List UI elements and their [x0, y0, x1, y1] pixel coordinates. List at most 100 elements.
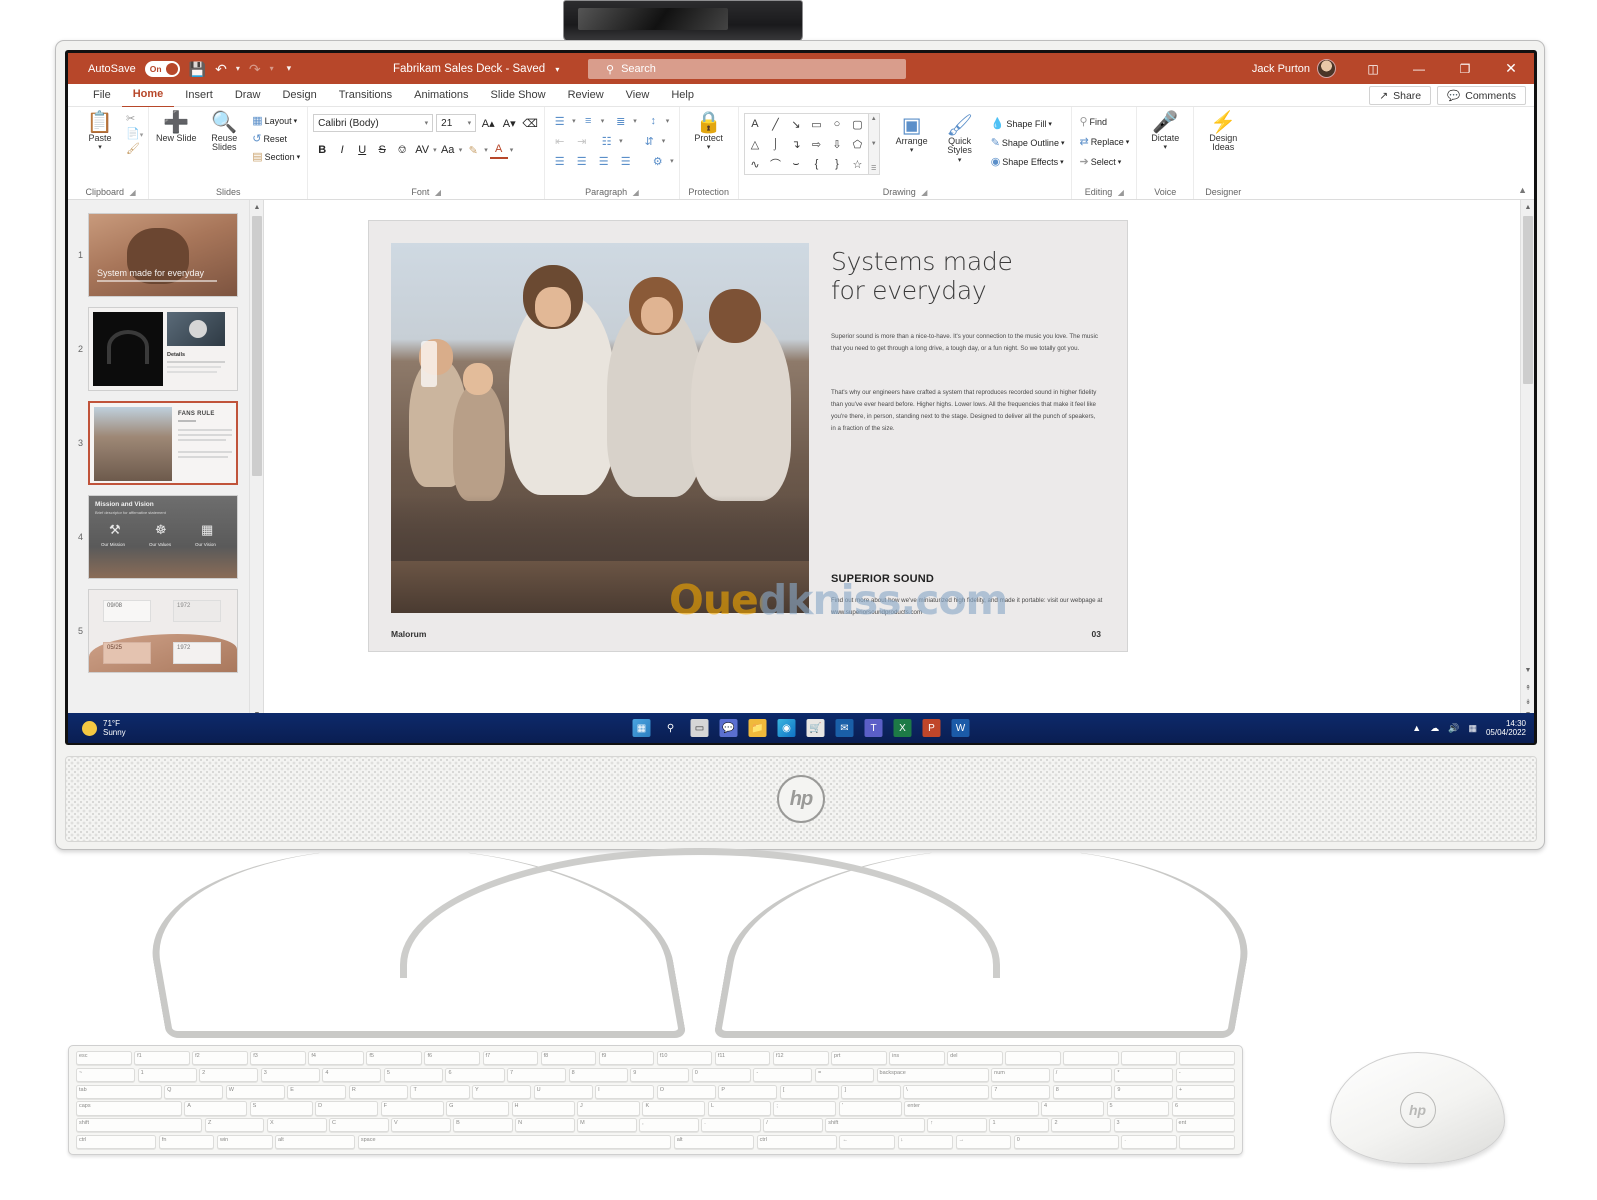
- list-level-dropdown-icon[interactable]: ▾: [633, 117, 637, 125]
- key[interactable]: 2: [1051, 1118, 1112, 1133]
- avatar[interactable]: [1317, 59, 1336, 78]
- key[interactable]: \: [903, 1084, 989, 1099]
- font-name-input[interactable]: Calibri (Body) ▾: [313, 114, 434, 132]
- key[interactable]: 3: [260, 1067, 320, 1082]
- section-button[interactable]: ▤ Section ▾: [250, 149, 302, 164]
- key[interactable]: 8: [568, 1067, 628, 1082]
- close-icon[interactable]: ✕: [1488, 53, 1534, 84]
- character-spacing-icon[interactable]: AV: [413, 141, 431, 159]
- clear-formatting-icon[interactable]: ⌫: [521, 114, 539, 132]
- shape-outline-dropdown-icon[interactable]: ▾: [1061, 139, 1065, 147]
- key[interactable]: -: [1175, 1067, 1235, 1082]
- tab-design[interactable]: Design: [271, 84, 327, 107]
- convert-to-smartart-icon[interactable]: ⚙: [648, 153, 667, 169]
- key[interactable]: J: [577, 1101, 640, 1116]
- key[interactable]: num: [991, 1067, 1051, 1082]
- columns-dropdown-icon[interactable]: ▾: [619, 137, 623, 145]
- key[interactable]: [1121, 1051, 1177, 1066]
- dialog-launcher-font[interactable]: ◢: [435, 188, 441, 197]
- save-icon[interactable]: 💾: [189, 62, 206, 76]
- line-spacing-dropdown-icon[interactable]: ▾: [666, 117, 670, 125]
- change-case-icon[interactable]: Aa: [439, 141, 457, 159]
- key-arrow-right[interactable]: →: [955, 1134, 1012, 1149]
- key[interactable]: O: [656, 1084, 716, 1099]
- slide-paragraph-1[interactable]: Superior sound is more than a nice-to-ha…: [831, 331, 1099, 355]
- key[interactable]: f8: [540, 1051, 597, 1066]
- key-alt-right[interactable]: alt: [673, 1134, 755, 1149]
- tab-slide-show[interactable]: Slide Show: [480, 84, 557, 107]
- tab-home[interactable]: Home: [121, 83, 175, 108]
- clock[interactable]: 14:30 05/04/2022: [1486, 719, 1526, 737]
- key-shift-left[interactable]: shift: [76, 1118, 203, 1133]
- shape-right-brace-icon[interactable]: }: [827, 154, 848, 174]
- font-color-dropdown-icon[interactable]: ▾: [510, 146, 514, 154]
- align-text-dropdown-icon[interactable]: ▾: [662, 137, 666, 145]
- shape-star-icon[interactable]: ☆: [847, 154, 868, 174]
- slide-subheading[interactable]: SUPERIOR SOUND: [831, 573, 934, 585]
- key[interactable]: Z: [204, 1118, 265, 1133]
- battery-icon[interactable]: ▦: [1468, 723, 1477, 734]
- copy-icon[interactable]: 📄▾: [126, 127, 143, 140]
- key[interactable]: -: [753, 1067, 813, 1082]
- key[interactable]: L: [707, 1101, 771, 1116]
- shape-scribble-icon[interactable]: ∿: [745, 154, 766, 174]
- font-size-input[interactable]: 21 ▾: [436, 114, 477, 132]
- paste-button[interactable]: 📋 Paste ▾: [78, 110, 122, 152]
- key[interactable]: [1063, 1051, 1119, 1066]
- align-center-icon[interactable]: ☰: [572, 153, 591, 169]
- shapes-gallery[interactable]: A ╱ ↘ ▭ ○ ▢ △ ⌡ ↴ ⇨ ⇩ ⬠ ∿ ⌒ ⌣ {} ☆: [743, 113, 869, 175]
- task-view-icon[interactable]: ▭: [690, 719, 709, 737]
- key[interactable]: W: [225, 1084, 285, 1099]
- title-dropdown-icon[interactable]: ▾: [555, 65, 559, 74]
- restore-icon[interactable]: ❐: [1442, 53, 1488, 84]
- key[interactable]: 4: [322, 1067, 382, 1082]
- thumbnail-scroll-up-icon[interactable]: ▲: [250, 200, 263, 214]
- key[interactable]: f12: [772, 1051, 829, 1066]
- key[interactable]: ins: [889, 1051, 945, 1066]
- key-shift-right[interactable]: shift: [825, 1118, 925, 1133]
- replace-dropdown-icon[interactable]: ▾: [1126, 138, 1130, 146]
- shape-rounded-rect-icon[interactable]: ▢: [847, 114, 868, 134]
- shape-oval-icon[interactable]: ○: [827, 114, 848, 134]
- slide-thumbnail-4[interactable]: 4 Mission and Vision Brief descriptor fo…: [68, 490, 263, 584]
- user-name[interactable]: Jack Purton: [1252, 63, 1310, 75]
- shape-pentagon-icon[interactable]: ⬠: [847, 134, 868, 154]
- key-numpad-dot[interactable]: .: [1121, 1134, 1177, 1149]
- key[interactable]: 0: [691, 1067, 751, 1082]
- layout-dropdown-icon[interactable]: ▾: [294, 117, 298, 125]
- key[interactable]: ;: [773, 1101, 837, 1116]
- italic-button[interactable]: I: [333, 141, 351, 159]
- key[interactable]: f7: [482, 1051, 539, 1066]
- ribbon-display-options-icon[interactable]: ◫: [1350, 53, 1396, 84]
- key[interactable]: A: [184, 1101, 248, 1116]
- key-enter[interactable]: enter: [904, 1101, 1039, 1116]
- key[interactable]: .: [701, 1118, 761, 1133]
- shape-line-icon[interactable]: ╱: [765, 114, 786, 134]
- key-arrow-down[interactable]: ↓: [897, 1134, 954, 1149]
- tab-insert[interactable]: Insert: [174, 84, 224, 107]
- key[interactable]: R: [348, 1084, 408, 1099]
- slide-scroll-thumb[interactable]: [1523, 216, 1533, 384]
- slide-thumbnail-2[interactable]: 2 Details: [68, 302, 263, 396]
- dialog-launcher-drawing[interactable]: ◢: [921, 188, 927, 197]
- key[interactable]: 4: [1041, 1101, 1105, 1116]
- format-painter-icon[interactable]: 🖌: [126, 142, 143, 155]
- key[interactable]: f4: [308, 1051, 364, 1066]
- change-case-dropdown-icon[interactable]: ▾: [459, 146, 463, 154]
- shape-elbow-arrow-icon[interactable]: ↴: [786, 134, 807, 154]
- protect-dropdown-icon[interactable]: ▾: [707, 144, 711, 151]
- volume-icon[interactable]: 🔊: [1448, 723, 1459, 734]
- gallery-more-icon[interactable]: ☰: [871, 165, 876, 172]
- key[interactable]: X: [266, 1118, 327, 1133]
- slide-scrollbar[interactable]: ▲ ▼ ↟ ↡ ■: [1520, 200, 1534, 721]
- underline-button[interactable]: U: [353, 141, 371, 159]
- quick-styles-button[interactable]: 🖌 Quick Styles ▾: [938, 113, 982, 164]
- reset-button[interactable]: ↺ Reset: [250, 131, 302, 146]
- shape-rectangle-icon[interactable]: ▭: [806, 114, 827, 134]
- key-space[interactable]: space: [357, 1134, 672, 1149]
- section-dropdown-icon[interactable]: ▾: [297, 153, 301, 161]
- key[interactable]: 1: [989, 1118, 1049, 1133]
- key-numpad-zero[interactable]: 0: [1013, 1134, 1119, 1149]
- slide-thumbnail-pane[interactable]: 1 System made for everyday 2 Details 3 F…: [68, 200, 264, 721]
- quick-styles-dropdown-icon[interactable]: ▾: [958, 157, 962, 164]
